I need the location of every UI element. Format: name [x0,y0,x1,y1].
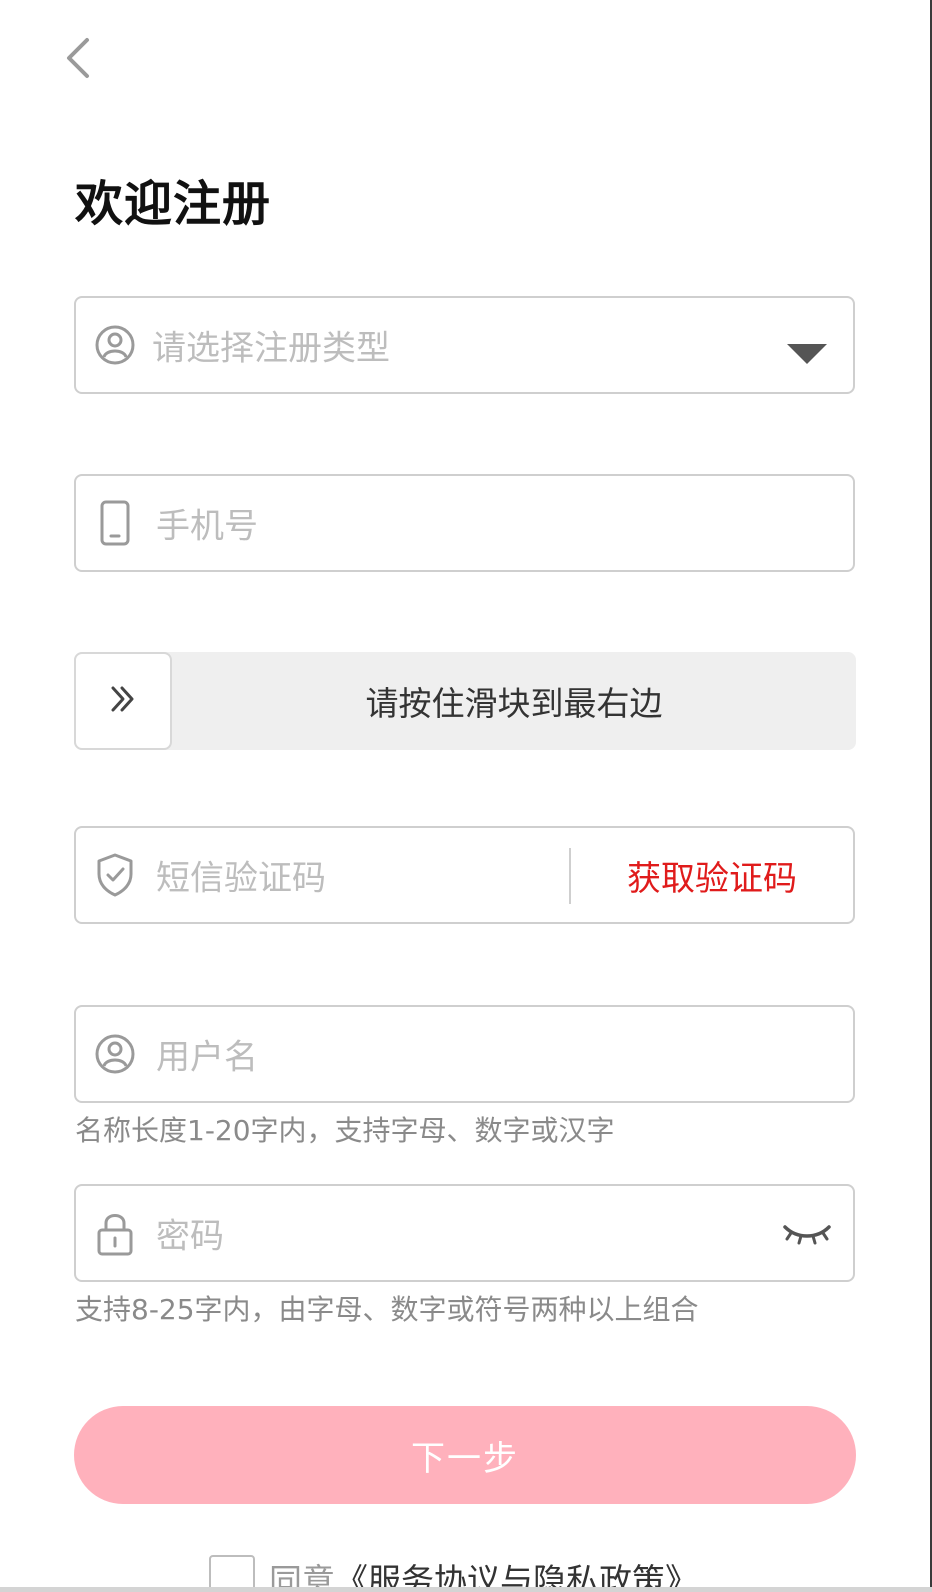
user-circle-icon [94,324,136,366]
double-chevron-right-icon [108,684,138,718]
phone-field[interactable]: 手机号 [74,474,855,572]
password-placeholder: 密码 [156,1216,224,1257]
password-field[interactable]: 密码 [74,1184,855,1282]
username-field[interactable]: 用户名 [74,1005,855,1103]
shield-check-icon [94,853,136,897]
username-placeholder: 用户名 [156,1037,258,1078]
user-circle-icon [94,1033,136,1075]
next-button[interactable]: 下一步 [74,1406,856,1504]
slider-captcha: 请按住滑块到最右边 [74,652,856,750]
bottom-bar [0,1587,932,1592]
page-title: 欢迎注册 [75,176,272,232]
eye-closed-icon[interactable] [779,1213,835,1253]
lock-icon [94,1212,136,1256]
password-hint: 支持8-25字内，由字母、数字或符号两种以上组合 [75,1293,699,1326]
register-type-select[interactable]: 请选择注册类型 [74,296,855,394]
back-button[interactable] [56,36,100,84]
sms-code-placeholder: 短信验证码 [156,858,326,899]
caret-down-icon[interactable] [787,344,827,364]
slider-label: 请按住滑块到最右边 [365,684,663,723]
chevron-left-icon [63,36,93,84]
slider-handle[interactable] [74,652,172,750]
get-code-button[interactable]: 获取验证码 [571,828,853,922]
sms-code-field[interactable]: 短信验证码 获取验证码 [74,826,855,924]
phone-placeholder: 手机号 [156,506,258,547]
register-type-placeholder: 请选择注册类型 [152,328,390,369]
username-hint: 名称长度1-20字内，支持字母、数字或汉字 [75,1114,615,1147]
phone-icon [94,500,136,546]
register-page: 欢迎注册 请选择注册类型 手机号 请按住滑块到最右边 短信验证码 获取验证码 用… [0,0,932,1592]
